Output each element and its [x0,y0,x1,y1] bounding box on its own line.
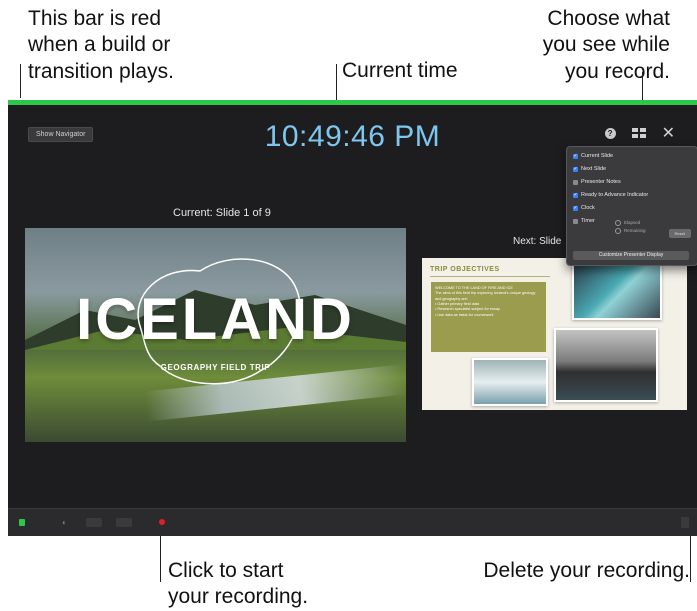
next-slide-photo-lagoon [572,260,662,320]
slide-title: ICELAND [76,287,355,352]
microphone-icon[interactable]: ◐ [62,518,67,527]
checkbox-icon[interactable]: ✓ [573,153,578,159]
checkbox-icon[interactable]: ✓ [573,205,578,211]
option-presenter-notes[interactable]: Presenter Notes [573,179,621,185]
next-slide-photo-mountain [554,328,658,402]
timer-option-elapsed[interactable]: Elapsed [615,219,646,227]
option-label: Current Slide [581,153,614,159]
next-slide-photo-hotspring [472,358,548,406]
checkbox-icon[interactable] [573,179,578,185]
timer-options: Elapsed Remaining [615,219,646,235]
option-clock[interactable]: ✓ Clock [573,205,595,211]
recording-controls-bar: ◐ [8,508,697,536]
help-icon[interactable]: ? [604,128,616,139]
customize-presenter-display-button[interactable]: Customize Presenter Display [573,251,689,260]
current-slide: ICELAND GEOGRAPHY FIELD TRIP [25,228,406,442]
slide-subtitle: GEOGRAPHY FIELD TRIP [160,363,271,372]
option-label: Next Slide [581,166,607,172]
radio-icon[interactable] [615,227,621,234]
callout-choose-view: Choose what you see while you record. [542,7,670,83]
pause-button[interactable] [116,518,132,527]
layout-icon[interactable] [631,128,646,139]
option-label: Ready to Advance Indicator [581,192,649,198]
callout-red-bar: This bar is red when a build or transiti… [28,7,174,83]
leader-red-bar [20,64,21,98]
delete-recording-button[interactable] [681,517,689,528]
checkbox-icon[interactable]: ✓ [573,166,578,172]
option-label: Presenter Notes [581,179,621,185]
level-indicator-icon [19,519,25,526]
status-bar [8,100,697,105]
timer-option-remaining[interactable]: Remaining [615,227,646,235]
next-slide-rule [430,276,550,277]
callout-delete-recording: Delete your recording. [483,559,690,582]
next-slide-title: TRIP OBJECTIVES [430,266,500,273]
option-next-slide[interactable]: ✓ Next Slide [573,166,606,172]
option-ready-indicator[interactable]: ✓ Ready to Advance Indicator [573,192,648,198]
top-right-controls: ? ✕ [604,126,675,142]
next-slide-label: Next: Slide [513,236,562,247]
option-timer[interactable]: Timer [573,218,595,224]
callout-start-recording: Click to start your recording. [168,559,309,609]
next-slide: TRIP OBJECTIVES WELCOME TO THE LAND OF F… [422,258,687,410]
option-label: Timer [581,218,595,224]
current-slide-label: Current: Slide 1 of 9 [173,207,271,219]
reset-timer-button[interactable]: Reset [668,229,691,238]
callout-current-time: Current time [342,59,458,82]
checkbox-icon[interactable] [573,218,578,224]
rewind-button[interactable] [86,518,102,527]
display-options-popover: ✓ Current Slide ✓ Next Slide Presenter N… [566,146,697,266]
option-label: Clock [581,205,595,211]
checkbox-icon[interactable]: ✓ [573,192,578,198]
record-button[interactable] [159,519,165,525]
presenter-display-window: Show Navigator 10:49:46 PM ? ✕ Current: … [8,100,697,536]
next-slide-body: WELCOME TO THE LAND OF FIRE AND ICE The … [431,282,546,352]
radio-icon[interactable] [615,219,621,226]
close-icon[interactable]: ✕ [662,126,675,142]
option-current-slide[interactable]: ✓ Current Slide [573,153,613,159]
